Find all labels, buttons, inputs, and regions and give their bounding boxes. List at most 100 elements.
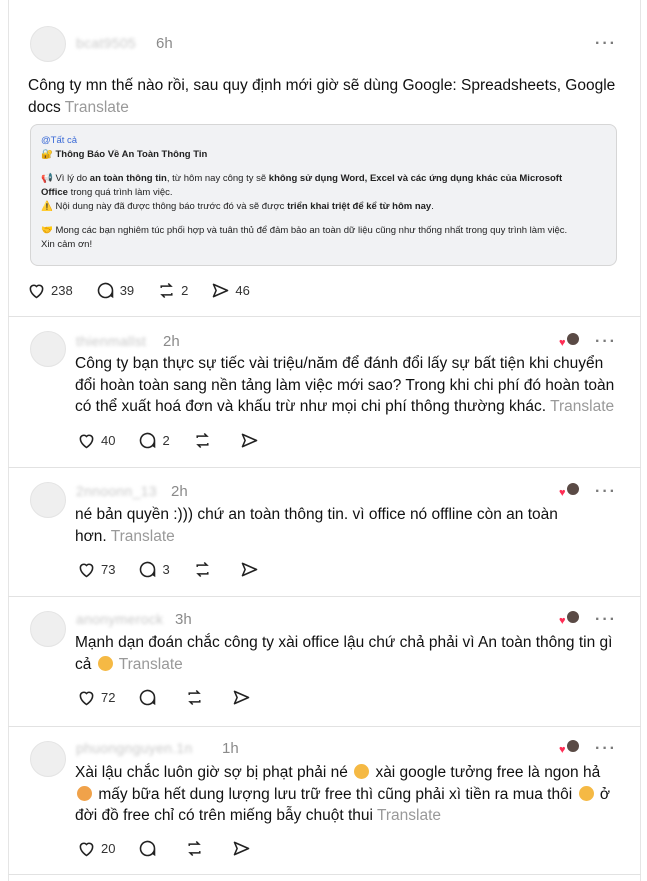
reply-time: 1h	[222, 740, 239, 757]
avatar[interactable]	[30, 611, 66, 647]
more-icon[interactable]: ···	[595, 483, 617, 501]
author-liked-badge: ♥	[559, 331, 581, 349]
share-count: 46	[235, 282, 250, 298]
announcement-line: 📢 Vì lý do an toàn thông tin, từ hôm nay…	[41, 173, 563, 184]
reply-text: Mạnh dạn đoán chắc công ty xài office lậ…	[75, 634, 613, 673]
share-icon	[234, 690, 250, 704]
more-icon[interactable]: ···	[595, 333, 617, 351]
avatar[interactable]	[30, 331, 66, 367]
heart-icon	[29, 284, 44, 298]
like-button[interactable]: 72	[76, 687, 115, 708]
reply-actions: 73 3	[76, 557, 286, 581]
share-button[interactable]	[239, 559, 264, 580]
more-icon[interactable]: ···	[595, 35, 617, 53]
reply-time: 3h	[175, 611, 192, 628]
share-icon	[213, 283, 229, 297]
repost-button[interactable]	[192, 430, 217, 451]
avatar	[566, 610, 580, 624]
share-button[interactable]	[239, 430, 264, 451]
share-icon	[241, 562, 257, 576]
like-count: 20	[101, 840, 116, 856]
comment-button[interactable]: 39	[95, 280, 134, 301]
translate-link[interactable]: Translate	[111, 528, 175, 545]
comment-icon	[140, 840, 156, 856]
translate-link[interactable]: Translate	[119, 656, 183, 673]
repost-button[interactable]	[184, 687, 209, 708]
avatar[interactable]	[30, 26, 66, 62]
repost-icon	[188, 840, 202, 856]
avatar	[566, 739, 580, 753]
like-button[interactable]: 40	[76, 430, 115, 451]
share-icon	[241, 433, 257, 447]
heart-icon	[79, 563, 94, 577]
repost-count: 2	[181, 282, 189, 298]
relieved-face-icon	[354, 764, 370, 779]
heart-icon	[79, 691, 94, 705]
reply-text: Công ty bạn thực sự tiếc vài triệu/năm đ…	[75, 355, 615, 415]
like-count: 238	[51, 282, 73, 298]
heart-icon: ♥	[559, 337, 566, 349]
announcement-title: 🔐 Thông Báo Về An Toàn Thông Tin	[41, 149, 208, 160]
post-username[interactable]: bcat9505	[76, 35, 136, 51]
more-icon[interactable]: ···	[595, 740, 617, 758]
repost-button[interactable]	[184, 838, 209, 859]
reply-username[interactable]: 2nnoonn_13	[76, 483, 157, 499]
announcement-line: ⚠️ Nội dung này đã được thông báo trước …	[41, 201, 434, 212]
share-button[interactable]	[231, 838, 256, 859]
translate-link[interactable]: Translate	[377, 807, 441, 824]
avatar[interactable]	[30, 741, 66, 777]
comment-button[interactable]	[137, 838, 162, 859]
post-main: bcat9505 6h ··· Công ty mn thế nào rồi, …	[8, 0, 641, 317]
avatar	[566, 482, 580, 496]
heart-icon	[79, 434, 94, 448]
like-button[interactable]: 20	[76, 838, 115, 859]
more-icon[interactable]: ···	[595, 611, 617, 629]
repost-icon	[188, 689, 202, 705]
reply-actions: 20	[76, 836, 278, 860]
comment-button[interactable]: 3	[137, 559, 170, 580]
reply-text: né bản quyền :))) chứ an toàn thông tin.…	[75, 506, 558, 545]
comment-count: 3	[162, 561, 170, 577]
reply-time: 2h	[171, 483, 188, 500]
repost-button[interactable]: 2	[156, 280, 188, 301]
comment-button[interactable]: 2	[137, 430, 170, 451]
heart-icon: ♥	[559, 744, 566, 756]
like-count: 73	[101, 561, 116, 577]
mention-tag: @Tất cả	[41, 135, 78, 146]
heart-icon: ♥	[559, 487, 566, 499]
share-button[interactable]	[231, 687, 256, 708]
comment-icon	[140, 561, 156, 577]
heart-icon	[79, 842, 94, 856]
repost-button[interactable]	[192, 559, 217, 580]
reply-post: 2nnoonn_13 2h ♥ ··· né bản quyền :))) ch…	[8, 468, 641, 597]
share-button[interactable]: 46	[210, 280, 250, 301]
repost-icon	[195, 561, 209, 577]
author-liked-badge: ♥	[559, 738, 581, 756]
reply-text: Xài lậu chắc luôn giờ sợ bị phạt phải né…	[75, 764, 610, 824]
heart-icon: ♥	[559, 615, 566, 627]
avatar[interactable]	[30, 482, 66, 518]
reply-actions: 40 2	[76, 428, 286, 452]
relieved-face-icon	[578, 785, 594, 801]
comment-count: 39	[119, 282, 135, 298]
translate-link[interactable]: Translate	[550, 398, 614, 415]
translate-link[interactable]: Translate	[65, 99, 129, 116]
announcement-line: Office trong quá trình làm việc.	[41, 187, 173, 198]
smiling-face-with-hearts-icon	[97, 655, 113, 671]
post-actions: 238 39 2 46	[26, 278, 272, 302]
announcement-line: Xin cảm ơn!	[41, 239, 93, 250]
reply-username[interactable]: phuongnguyen.1n	[76, 740, 193, 756]
comment-icon	[140, 689, 156, 705]
comment-button[interactable]	[137, 687, 162, 708]
reply-time: 2h	[163, 333, 180, 350]
embedded-announcement[interactable]: @Tất cả 🔐 Thông Báo Về An Toàn Thông Tin…	[30, 124, 617, 266]
rolling-on-floor-laughing-icon	[77, 785, 92, 801]
reply-post: anonymerock 3h ♥ ··· Mạnh dạn đoán chắc …	[8, 597, 641, 727]
repost-icon	[195, 432, 209, 448]
like-button[interactable]: 238	[26, 280, 73, 301]
reply-username[interactable]: thienmallst	[76, 333, 146, 349]
avatar	[566, 332, 580, 346]
reply-username[interactable]: anonymerock	[76, 611, 163, 627]
author-liked-badge: ♥	[559, 481, 581, 499]
like-button[interactable]: 73	[76, 559, 115, 580]
